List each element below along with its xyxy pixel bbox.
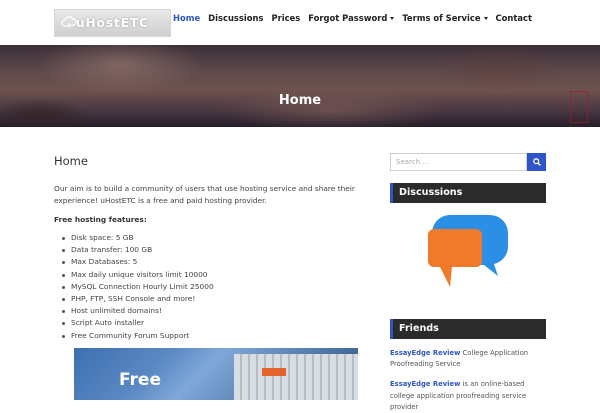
page-title: Home: [54, 154, 88, 168]
promo-image[interactable]: Free: [74, 348, 358, 400]
logo-text: uHostETC: [76, 16, 149, 30]
list-item: Max Databases: 5: [62, 256, 374, 268]
server-image: [234, 354, 358, 400]
list-item: Free Community Forum Support: [62, 330, 374, 342]
search-input[interactable]: [390, 153, 527, 171]
nav-prices[interactable]: Prices: [267, 11, 304, 25]
nav-discussions[interactable]: Discussions: [204, 11, 267, 25]
main-content: Home Our aim is to build a community of …: [54, 150, 374, 342]
friend-link[interactable]: EssayEdge Review: [390, 349, 460, 357]
friend-entry: EssayEdge Review is an online-based coll…: [390, 379, 546, 413]
discussions-image[interactable]: [390, 207, 546, 299]
search-form: [390, 153, 546, 171]
intro-text: Our aim is to build a community of users…: [54, 184, 355, 205]
list-item: Script Auto installer: [62, 317, 374, 329]
main-nav: Home Discussions Prices Forgot Password …: [169, 11, 536, 25]
discussions-widget-title: Discussions: [390, 183, 546, 203]
chevron-down-icon: [483, 16, 488, 20]
chevron-down-icon: [390, 16, 395, 20]
site-header: uHostETC Home Discussions Prices Forgot …: [0, 0, 600, 45]
friends-widget-title: Friends: [390, 319, 546, 339]
sidebar: Discussions Friends EssayEdge Review Col…: [390, 153, 546, 413]
features-title: Free hosting features:: [54, 215, 147, 224]
chat-bubbles-icon: [428, 215, 508, 287]
hero-banner: Home: [0, 45, 600, 127]
nav-forgot-password[interactable]: Forgot Password: [304, 11, 398, 25]
list-item: Data transfer: 100 GB: [62, 244, 374, 256]
search-button[interactable]: [527, 153, 546, 171]
nav-terms-of-service[interactable]: Terms of Service: [398, 11, 491, 25]
nav-home[interactable]: Home: [169, 11, 204, 25]
list-item: Disk space: 5 GB: [62, 232, 374, 244]
friend-entry: EssayEdge Review College Application Pro…: [390, 348, 546, 370]
search-icon: [532, 158, 541, 166]
hero-title: Home: [278, 93, 322, 108]
cloud-icon: [61, 16, 77, 28]
server-tag: [262, 368, 286, 376]
site-logo[interactable]: uHostETC: [54, 9, 171, 37]
features-list: Disk space: 5 GB Data transfer: 100 GB M…: [54, 232, 374, 342]
list-item: PHP, FTP, SSH Console and more!: [62, 293, 374, 305]
list-item: MySQL Connection Hourly Limit 25000: [62, 281, 374, 293]
friend-link[interactable]: EssayEdge Review: [390, 380, 460, 388]
list-item: Host unlimited domains!: [62, 305, 374, 317]
list-item: Max daily unique visitors limit 10000: [62, 269, 374, 281]
nav-contact[interactable]: Contact: [492, 11, 537, 25]
hero-overlay: [0, 45, 600, 127]
promo-text: Free: [119, 370, 161, 390]
